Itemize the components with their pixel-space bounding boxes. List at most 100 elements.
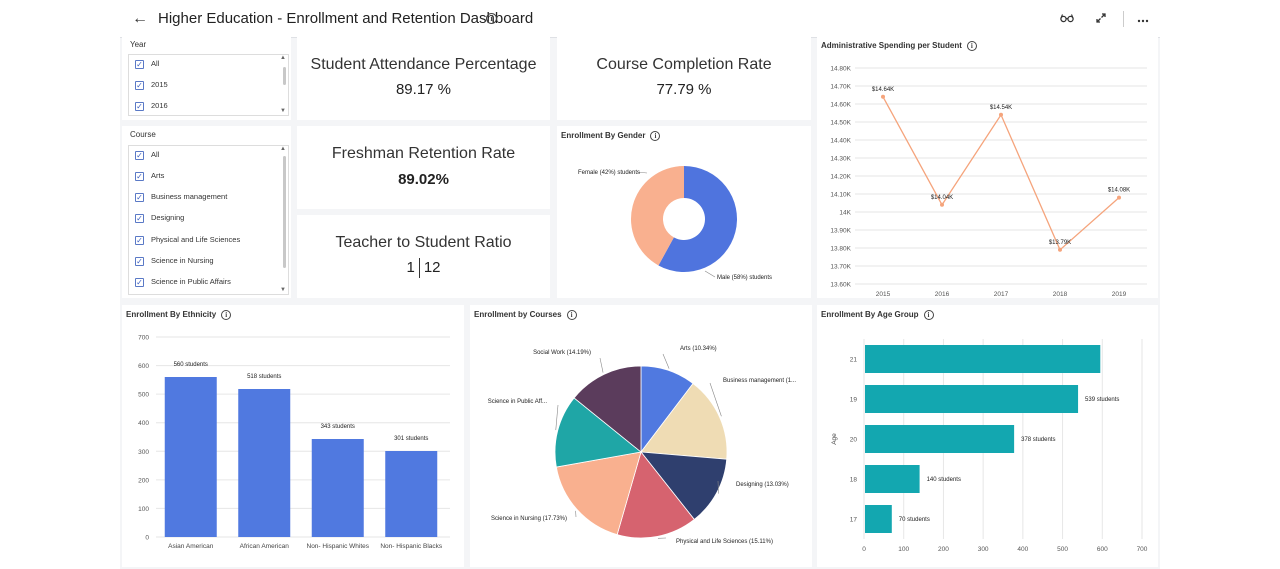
x-tick-label: Non- Hispanic Whites	[307, 543, 370, 550]
data-label: 343 students	[321, 424, 355, 430]
checkbox-checked-icon[interactable]: ✓	[135, 59, 144, 69]
info-icon[interactable]: i	[966, 41, 977, 51]
x-tick-label: 2018	[1053, 291, 1068, 298]
scroll-down-icon[interactable]: ▼	[280, 287, 286, 293]
x-tick-label: Asian American	[168, 543, 214, 550]
bar	[865, 505, 892, 533]
checkbox-checked-icon[interactable]: ✓	[135, 171, 144, 181]
glasses-icon[interactable]	[1057, 9, 1077, 29]
x-tick-label: 2017	[994, 291, 1009, 298]
y-axis-label: Age	[831, 433, 838, 445]
header-divider	[1123, 11, 1124, 27]
kpi-label: Student Attendance Percentage	[310, 56, 537, 73]
y-tick-label: 13.90K	[830, 228, 851, 235]
bar	[865, 385, 1079, 413]
year-filter-list[interactable]: ✓ All ✓ 2015 ✓ 2016 ▲ ▼	[128, 54, 289, 116]
y-tick-label: 100	[138, 506, 149, 513]
x-tick-label: 600	[1097, 546, 1108, 553]
x-tick-label: 2019	[1112, 291, 1127, 298]
data-label: $14.08K	[1108, 188, 1130, 194]
kpi-value: 89.17 %	[395, 81, 452, 98]
checkbox-checked-icon[interactable]: ✓	[135, 150, 144, 160]
course-option-public-affairs[interactable]: ✓ Science in Public Affairs	[135, 276, 231, 290]
bar	[164, 377, 217, 537]
card-title: Enrollment By Age Group i	[821, 310, 934, 320]
y-tick-label: 13.60K	[830, 282, 851, 289]
scrollbar[interactable]	[283, 156, 286, 268]
scroll-up-icon[interactable]: ▲	[280, 146, 286, 152]
year-filter: Year ✓ All ✓ 2015 ✓ 2016 ▲ ▼	[122, 36, 291, 120]
y-tick-label: 20	[850, 437, 858, 444]
checkbox-checked-icon[interactable]: ✓	[135, 256, 144, 266]
slice-label: Male (58%) students	[717, 275, 772, 281]
course-filter-list[interactable]: ✓ All ✓ Arts ✓ Business management ✓ Designi…	[128, 145, 289, 295]
x-tick-label: 2016	[935, 291, 950, 298]
more-icon[interactable]	[1133, 9, 1153, 29]
x-tick-label: 400	[1017, 546, 1028, 553]
scroll-down-icon[interactable]: ▼	[280, 108, 286, 114]
expand-icon[interactable]	[1091, 9, 1111, 29]
course-option-nursing[interactable]: ✓ Science in Nursing	[135, 255, 214, 269]
info-icon[interactable]: i	[221, 310, 232, 320]
year-option-all[interactable]: ✓ All	[135, 58, 159, 72]
kpi-value: 89.02%	[398, 171, 449, 188]
course-option-all[interactable]: ✓ All	[135, 149, 159, 163]
year-option-2016[interactable]: ✓ 2016	[135, 100, 168, 114]
y-tick-label: 14.30K	[830, 156, 851, 163]
checkbox-checked-icon[interactable]: ✓	[135, 235, 144, 245]
x-tick-label: 2015	[876, 291, 891, 298]
ethnicity-card: Enrollment By Ethnicity i 0 100 200 300 400 50…	[122, 305, 464, 567]
kpi-label: Freshman Retention Rate	[331, 145, 516, 162]
checkbox-checked-icon[interactable]: ✓	[135, 213, 144, 223]
info-icon[interactable]: i	[923, 310, 934, 320]
ratio-divider	[418, 258, 420, 278]
bar	[865, 345, 1101, 373]
header-bar: ← Higher Education - Enrollment and Rete…	[120, 0, 1160, 38]
scrollbar[interactable]	[283, 67, 286, 85]
info-icon[interactable]: i	[650, 131, 661, 141]
checkbox-checked-icon[interactable]: ✓	[135, 277, 144, 287]
course-option-designing[interactable]: ✓ Designing	[135, 212, 184, 226]
data-label: $14.64K	[872, 87, 894, 93]
data-point	[881, 94, 885, 99]
spending-card: Administrative Spending per Student i 13.…	[817, 36, 1158, 298]
bar	[865, 425, 1015, 453]
slice-label: Arts (10.34%)	[680, 346, 717, 352]
leader-line	[704, 270, 716, 278]
y-tick-label: 14.10K	[830, 192, 851, 199]
checkbox-checked-icon[interactable]: ✓	[135, 101, 144, 111]
course-option-physical[interactable]: ✓ Physical and Life Sciences	[135, 234, 240, 248]
data-label: 518 students	[247, 374, 281, 380]
ratio-left: 1	[406, 258, 415, 276]
y-tick-label: 19	[850, 397, 858, 404]
checkbox-checked-icon[interactable]: ✓	[135, 192, 144, 202]
y-tick-label: 300	[138, 449, 149, 456]
y-tick-label: 14.50K	[830, 120, 851, 127]
bar	[865, 465, 920, 493]
gender-card: Enrollment By Gender i Male (58%) student…	[557, 126, 811, 298]
slice-label: Science in Nursing (17.73%)	[491, 516, 567, 522]
kpi-completion-card: Course Completion Rate 77.79 %	[557, 36, 811, 120]
card-title: Enrollment By Gender i	[561, 131, 661, 141]
kpi-value: 77.79 %	[656, 81, 712, 98]
course-option-business[interactable]: ✓ Business management	[135, 191, 227, 205]
year-option-2015[interactable]: ✓ 2015	[135, 79, 168, 93]
y-tick-label: 0	[145, 535, 149, 542]
info-icon[interactable]: i	[566, 310, 577, 320]
data-point	[999, 112, 1003, 117]
y-tick-label: 14K	[839, 210, 851, 217]
y-tick-label: 14.80K	[830, 66, 851, 73]
age-bar-chart: 0 100 200 300 400 500 600 700 Age 21 19 539 student…	[831, 339, 1148, 553]
course-option-arts[interactable]: ✓ Arts	[135, 170, 164, 184]
y-tick-label: 13.80K	[830, 246, 851, 253]
checkbox-checked-icon[interactable]: ✓	[135, 80, 144, 90]
year-filter-label: Year	[130, 40, 147, 49]
scroll-up-icon[interactable]: ▲	[280, 55, 286, 61]
data-point	[1058, 247, 1062, 252]
dashboard: ← Higher Education - Enrollment and Rete…	[120, 0, 1160, 569]
arrow-left-icon[interactable]: ←	[130, 9, 150, 29]
bar	[311, 439, 364, 537]
x-tick-label: 200	[938, 546, 949, 553]
slice-label: Female (42%) students	[578, 170, 640, 176]
info-icon[interactable]: i	[486, 13, 497, 24]
